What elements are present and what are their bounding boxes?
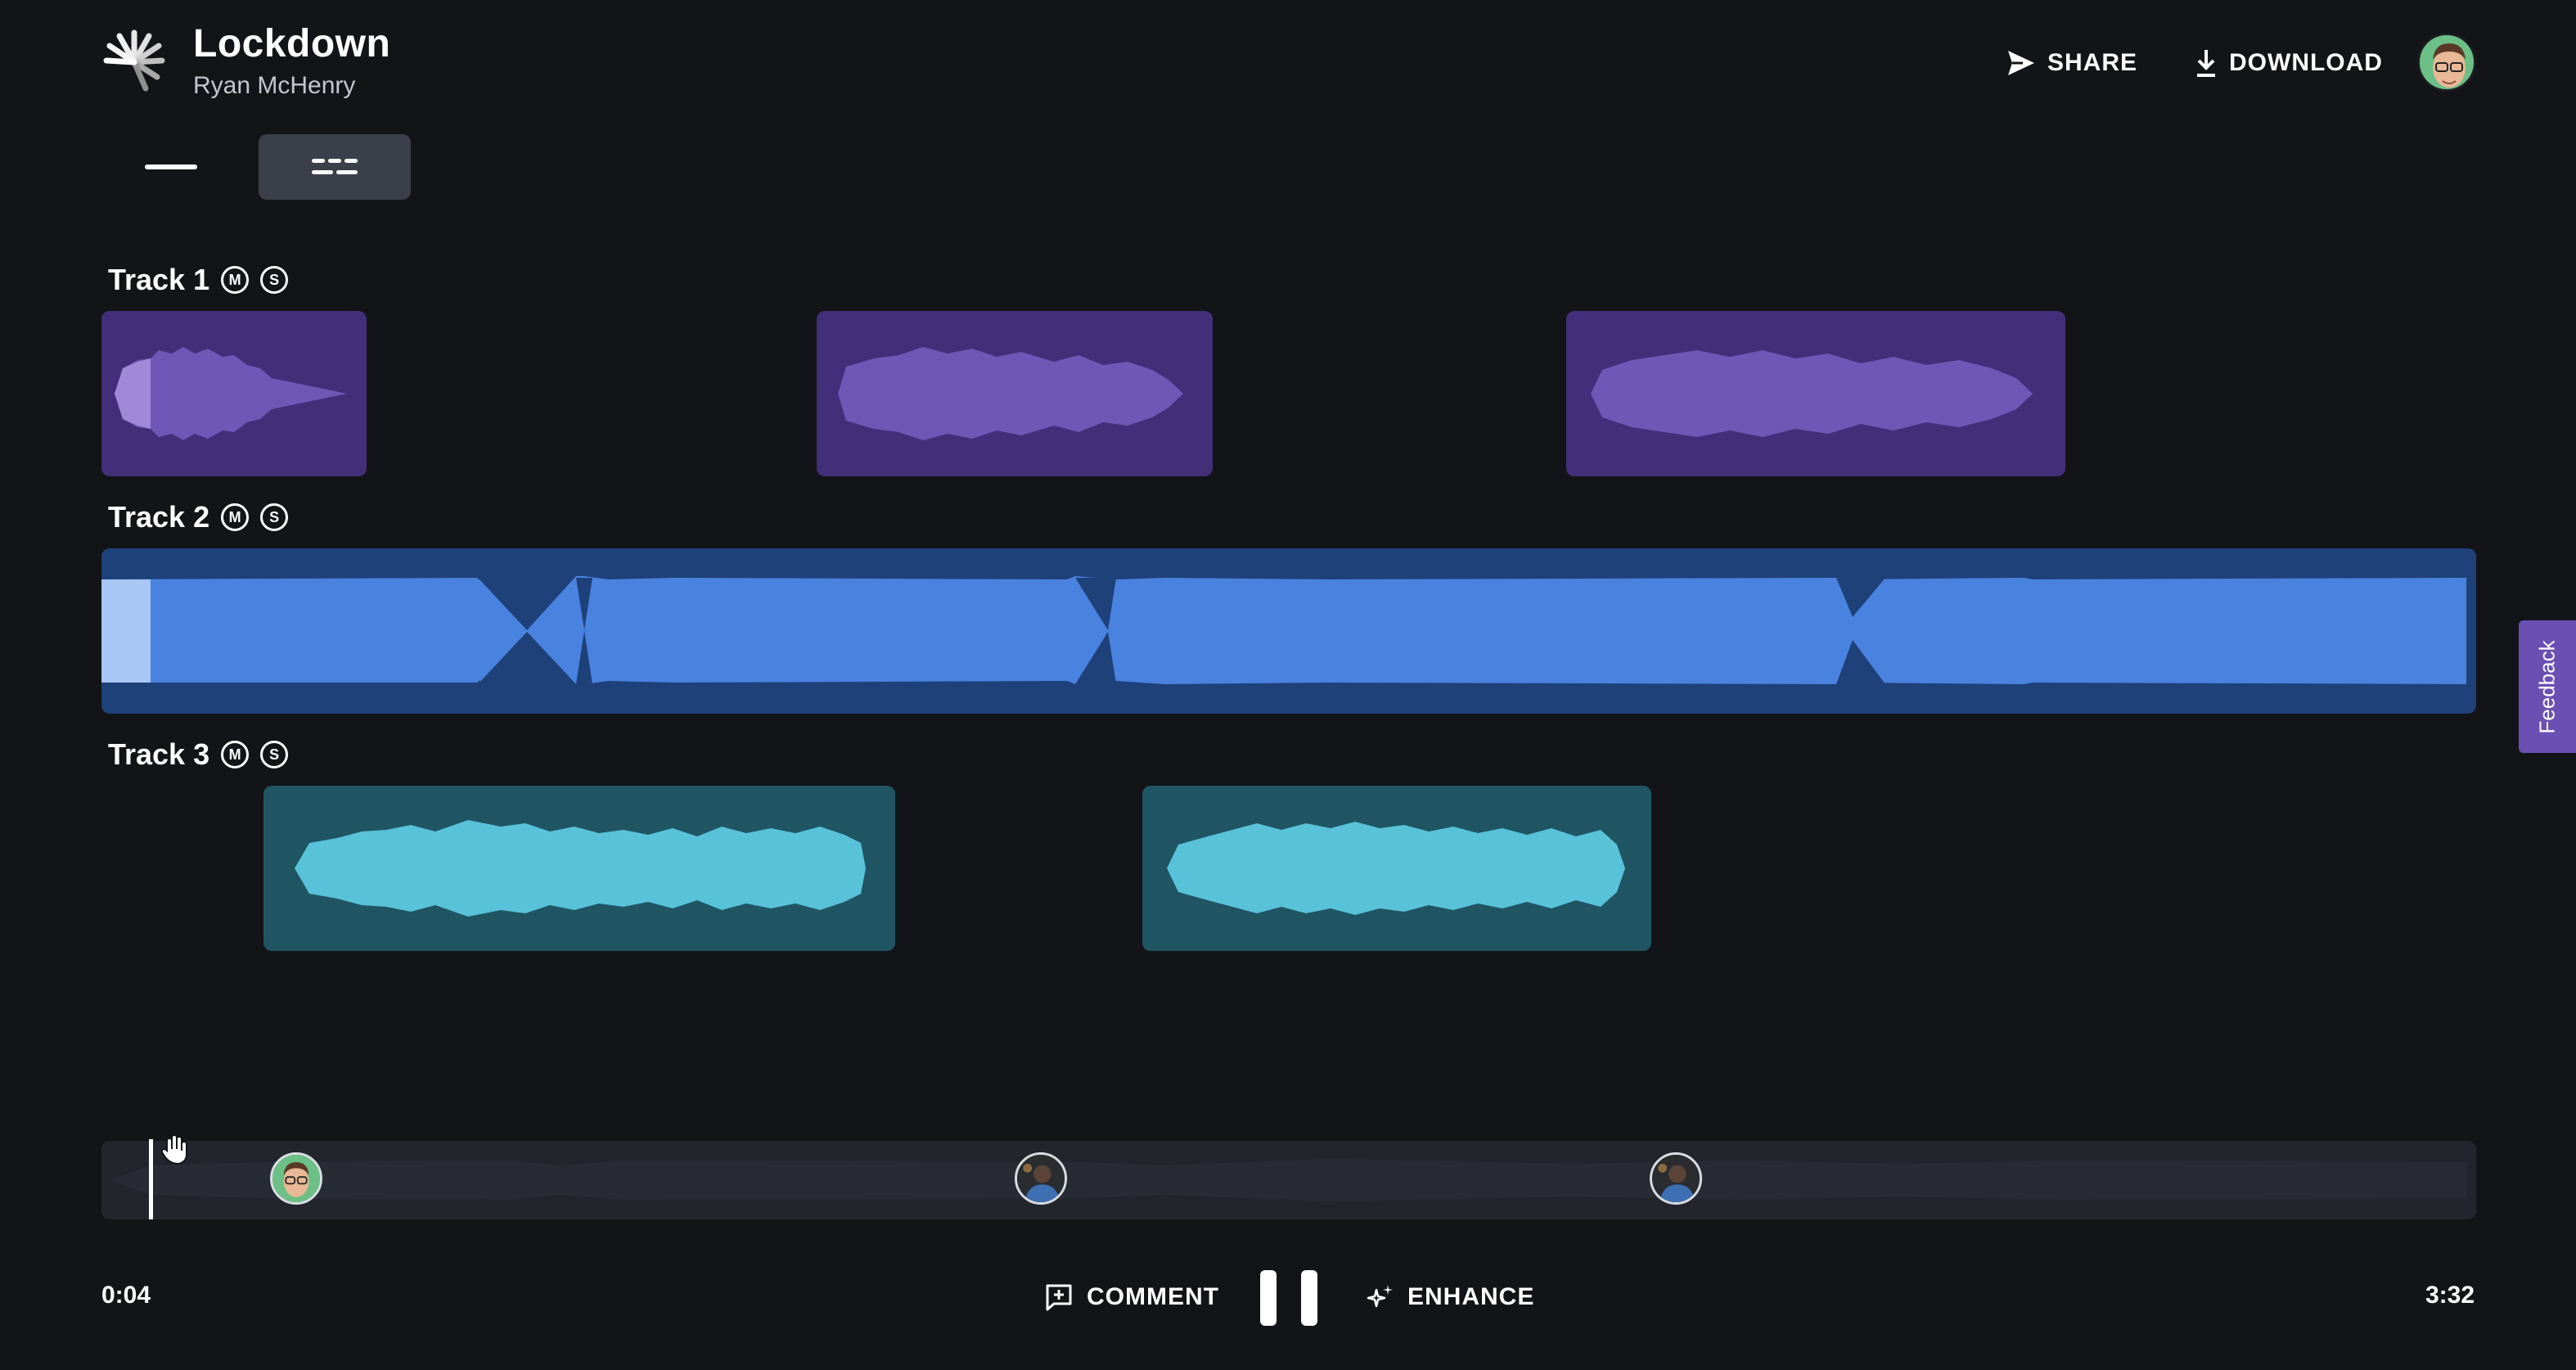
playhead[interactable]: [149, 1139, 153, 1219]
user-avatar[interactable]: [2417, 33, 2476, 92]
mute-button[interactable]: M: [221, 266, 250, 294]
track-2-header: Track 2 M S: [108, 499, 289, 535]
single-track-view-button[interactable]: [95, 134, 247, 200]
pause-button[interactable]: [1260, 1270, 1317, 1326]
audio-clip[interactable]: [1566, 311, 2065, 476]
solo-button[interactable]: S: [260, 741, 289, 768]
enhance-button[interactable]: ENHANCE: [1367, 1277, 1534, 1318]
track-1-header: Track 1 M S: [108, 262, 289, 298]
share-button[interactable]: SHARE: [2006, 43, 2137, 83]
multi-track-view-button[interactable]: [259, 134, 411, 200]
current-time: 0:04: [101, 1282, 151, 1309]
feedback-tab[interactable]: Feedback: [2519, 620, 2576, 753]
grab-hand-icon: [160, 1133, 187, 1165]
download-button[interactable]: DOWNLOAD: [2195, 43, 2383, 83]
download-icon: [2197, 50, 2215, 77]
share-label: SHARE: [2047, 49, 2138, 76]
sparkle-icon: [1367, 1285, 1393, 1308]
add-comment-icon: [1046, 1284, 1072, 1311]
overview-waveform: [110, 1159, 2466, 1201]
single-line-icon: [145, 164, 197, 169]
download-label: DOWNLOAD: [2229, 49, 2383, 76]
track-label: Track 2: [108, 500, 210, 534]
audio-clip[interactable]: [263, 786, 895, 951]
comment-button[interactable]: COMMENT: [1044, 1277, 1219, 1318]
track-3-header: Track 3 M S: [108, 737, 289, 773]
comment-marker[interactable]: [1015, 1152, 1067, 1205]
enhance-label: ENHANCE: [1407, 1283, 1535, 1310]
project-title: Lockdown: [193, 22, 391, 65]
solo-button[interactable]: S: [260, 266, 289, 294]
avatar-photo-icon: [1652, 1155, 1700, 1202]
avatar-photo-icon: [1017, 1155, 1065, 1202]
pause-bar-right: [1301, 1270, 1317, 1326]
avatar-face-icon: [2420, 35, 2474, 89]
track-label: Track 3: [108, 737, 210, 771]
track-label: Track 1: [108, 263, 210, 296]
audio-clip[interactable]: [817, 311, 1213, 476]
overview-timeline[interactable]: [101, 1141, 2476, 1219]
solo-button[interactable]: S: [260, 503, 289, 531]
avatar-face-icon: [272, 1155, 320, 1202]
app-logo: [103, 29, 165, 92]
pause-bar-left: [1260, 1270, 1277, 1326]
project-artist: Ryan McHenry: [193, 72, 356, 99]
audio-clip[interactable]: [1142, 786, 1651, 951]
comment-marker[interactable]: [1650, 1152, 1702, 1205]
mute-button[interactable]: M: [221, 741, 250, 768]
send-icon: [2008, 51, 2034, 75]
mute-button[interactable]: M: [221, 503, 250, 531]
comment-label: COMMENT: [1087, 1283, 1219, 1310]
comment-marker[interactable]: [270, 1152, 322, 1205]
audio-clip[interactable]: [101, 548, 2476, 714]
total-time: 3:32: [2425, 1282, 2475, 1309]
feedback-label: Feedback: [2534, 639, 2560, 734]
multi-line-icon: [312, 159, 358, 174]
audio-clip[interactable]: [101, 311, 367, 476]
